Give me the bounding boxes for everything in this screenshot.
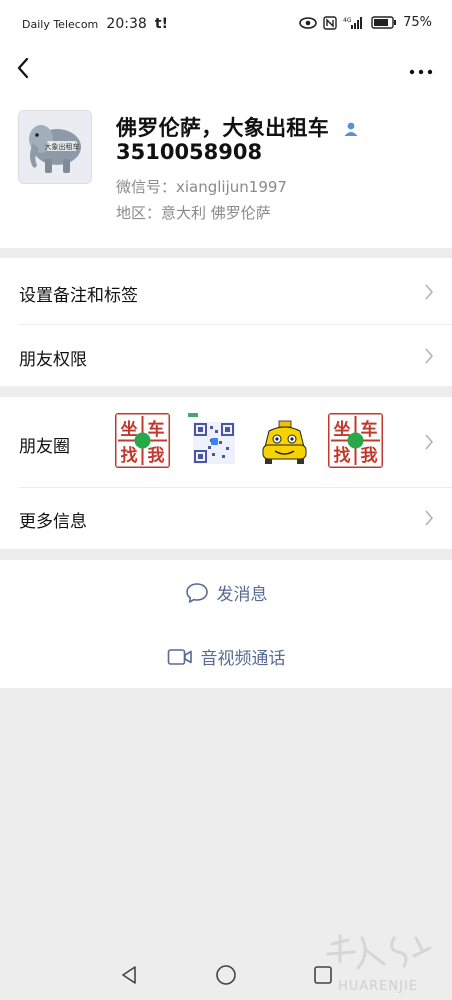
region: 地区：意大利 佛罗伦萨 [116,204,271,222]
chat-bubble-icon [185,582,208,603]
video-call-button[interactable]: 音视频通话 [0,624,452,688]
row-more-info[interactable]: 更多信息 [0,487,452,549]
chevron-right-icon [425,434,434,450]
row-friend-permissions-label: 朋友权限 [19,350,87,370]
profile-name-line: 佛罗伦萨，大象出租车 [116,112,359,142]
divider [19,487,452,488]
status-bar: Daily Telecom 20:38 t! 4G 75% [0,0,452,48]
avatar-caption: 大象出租车 [45,142,80,151]
video-call-label: 音视频通话 [200,649,286,669]
send-message-button[interactable]: 发消息 [0,560,452,624]
back-arrow-icon[interactable] [12,54,40,82]
status-extra: t! [154,16,168,32]
sign-char: 我 [148,446,165,466]
chevron-right-icon [425,348,434,364]
moments-thumb-sign[interactable]: 坐 车 找 我 [115,413,170,468]
eye-icon [299,16,317,29]
sign-char: 找 [121,445,138,466]
status-left: Daily Telecom 20:38 t! [22,16,168,32]
sign-char: 车 [148,419,165,440]
row-remark-tags-label: 设置备注和标签 [19,286,138,306]
more-options-icon[interactable] [406,54,436,82]
row-more-info-label: 更多信息 [19,512,87,532]
carrier-label: Daily Telecom [22,18,99,31]
moments-thumbnails: 坐 车 找 我 坐 车 找 我 [115,413,383,468]
row-moments-label: 朋友圈 [19,437,70,457]
row-friend-permissions[interactable]: 朋友权限 [0,324,452,386]
wechat-id[interactable]: 微信号：xianglijun1997 [116,176,287,197]
battery-percent: 75% [403,15,432,30]
send-message-content: 发消息 [0,580,452,605]
row-remark-tags[interactable]: 设置备注和标签 [0,258,452,324]
sign-char: 车 [361,419,378,440]
moments-thumb-taxi[interactable] [257,413,312,468]
avatar[interactable]: 大象出租车 [18,110,92,184]
profile-number: 3510058908 [116,140,263,164]
profile-card: 大象出租车 佛罗伦萨，大象出租车 3510058908 微信号：xianglij… [0,88,452,248]
nfc-icon [323,15,337,30]
nav-home-icon[interactable] [215,964,237,986]
send-message-label: 发消息 [216,585,268,605]
svg-text:4G: 4G [343,17,352,24]
divider [19,324,452,325]
person-icon [344,122,358,136]
sign-char: 找 [334,445,351,466]
video-call-content: 音视频通话 [0,644,452,669]
chevron-right-icon [425,510,434,526]
clock: 20:38 [106,16,147,32]
huarenjie-watermark-logo: HUARENJIE [326,934,432,994]
status-right: 4G 75% [299,15,432,30]
chevron-right-icon [425,284,434,300]
battery-icon [371,16,397,29]
sign-char: 坐 [334,420,351,440]
row-moments[interactable]: 朋友圈 坐 车 找 我 坐 车 找 我 [0,397,452,487]
moments-thumb-qr[interactable] [186,413,241,468]
sign-char: 坐 [121,420,138,440]
video-camera-icon [167,648,192,665]
top-nav [0,48,452,88]
signal-icon: 4G [343,16,363,29]
profile-name: 佛罗伦萨，大象出租车 [116,116,329,140]
sign-char: 我 [361,446,378,466]
moments-thumb-sign[interactable]: 坐 车 找 我 [328,413,383,468]
nav-back-icon[interactable] [118,964,140,986]
watermark-text: HUARENJIE [338,979,418,994]
elephant-avatar-image: 大象出租车 [19,111,91,183]
